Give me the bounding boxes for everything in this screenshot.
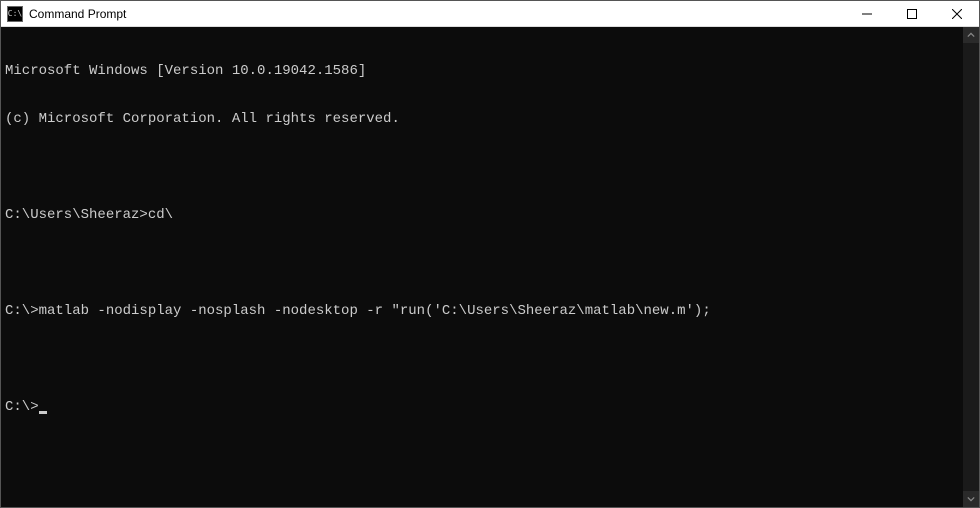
command-prompt-window: C:\ Command Prompt	[0, 0, 980, 508]
cursor	[39, 411, 47, 414]
cmd-icon: C:\	[7, 6, 23, 22]
maximize-button[interactable]	[889, 1, 934, 26]
scroll-up-button[interactable]	[963, 27, 979, 43]
minimize-button[interactable]	[844, 1, 889, 26]
close-button[interactable]	[934, 1, 979, 26]
titlebar[interactable]: C:\ Command Prompt	[1, 1, 979, 27]
terminal-line	[5, 159, 959, 175]
terminal-line: C:\Users\Sheeraz>cd\	[5, 207, 959, 223]
terminal-area: Microsoft Windows [Version 10.0.19042.15…	[1, 27, 979, 507]
chevron-up-icon	[967, 31, 975, 39]
chevron-down-icon	[967, 495, 975, 503]
terminal-line	[5, 255, 959, 271]
terminal-line	[5, 351, 959, 367]
close-icon	[952, 9, 962, 19]
terminal-prompt-line: C:\>	[5, 399, 959, 415]
terminal-line: (c) Microsoft Corporation. All rights re…	[5, 111, 959, 127]
terminal-prompt: C:\>	[5, 399, 39, 415]
terminal-content[interactable]: Microsoft Windows [Version 10.0.19042.15…	[1, 27, 963, 507]
cmd-icon-text: C:\	[8, 10, 22, 18]
terminal-line: C:\>matlab -nodisplay -nosplash -nodeskt…	[5, 303, 959, 319]
terminal-line: Microsoft Windows [Version 10.0.19042.15…	[5, 63, 959, 79]
vertical-scrollbar[interactable]	[963, 27, 979, 507]
minimize-icon	[862, 9, 872, 19]
app-icon: C:\	[7, 6, 23, 22]
window-title: Command Prompt	[29, 7, 844, 21]
maximize-icon	[907, 9, 917, 19]
scroll-down-button[interactable]	[963, 491, 979, 507]
window-controls	[844, 1, 979, 26]
